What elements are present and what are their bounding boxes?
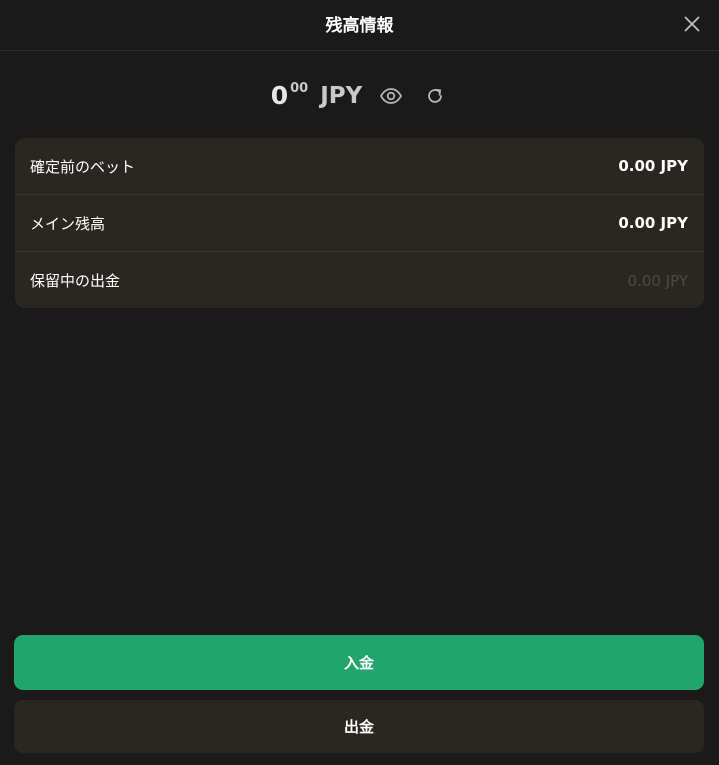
balance-currency: JPY (320, 83, 363, 109)
modal-header: 残高情報 (0, 0, 719, 51)
withdraw-button[interactable]: 出金 (14, 700, 704, 753)
pending-bets-label: 確定前のベット (30, 157, 136, 176)
eye-icon (380, 88, 403, 104)
refresh-icon (428, 88, 443, 103)
main-balance-label: メイン残高 (30, 214, 106, 233)
pending-bets-row: 確定前のベット 0.00 JPY (15, 138, 704, 195)
pending-withdrawal-value: 0.00 JPY (627, 271, 688, 290)
total-balance: 0 00 JPY (0, 78, 719, 114)
pending-withdrawal-row: 保留中の出金 0.00 JPY (15, 252, 704, 308)
balance-integer: 0 (270, 81, 289, 110)
balance-info-modal: 残高情報 0 00 JPY 確定前のベット 0.00 JPY メイン残高 0.0… (0, 0, 719, 765)
pending-withdrawal-label: 保留中の出金 (30, 272, 121, 290)
balance-decimal: 00 (290, 81, 309, 96)
close-icon (684, 16, 700, 32)
toggle-visibility-button[interactable] (378, 83, 404, 109)
balance-amount: 0 00 JPY (271, 81, 363, 111)
main-balance-value: 0.00 JPY (618, 214, 688, 232)
pending-bets-value: 0.00 JPY (618, 157, 688, 175)
close-button[interactable] (680, 12, 704, 36)
refresh-button[interactable] (422, 83, 448, 109)
modal-title: 残高情報 (325, 16, 394, 36)
main-balance-row: メイン残高 0.00 JPY (15, 195, 704, 252)
deposit-button[interactable]: 入金 (14, 635, 704, 690)
balance-details-card: 確定前のベット 0.00 JPY メイン残高 0.00 JPY 保留中の出金 0… (15, 138, 704, 308)
